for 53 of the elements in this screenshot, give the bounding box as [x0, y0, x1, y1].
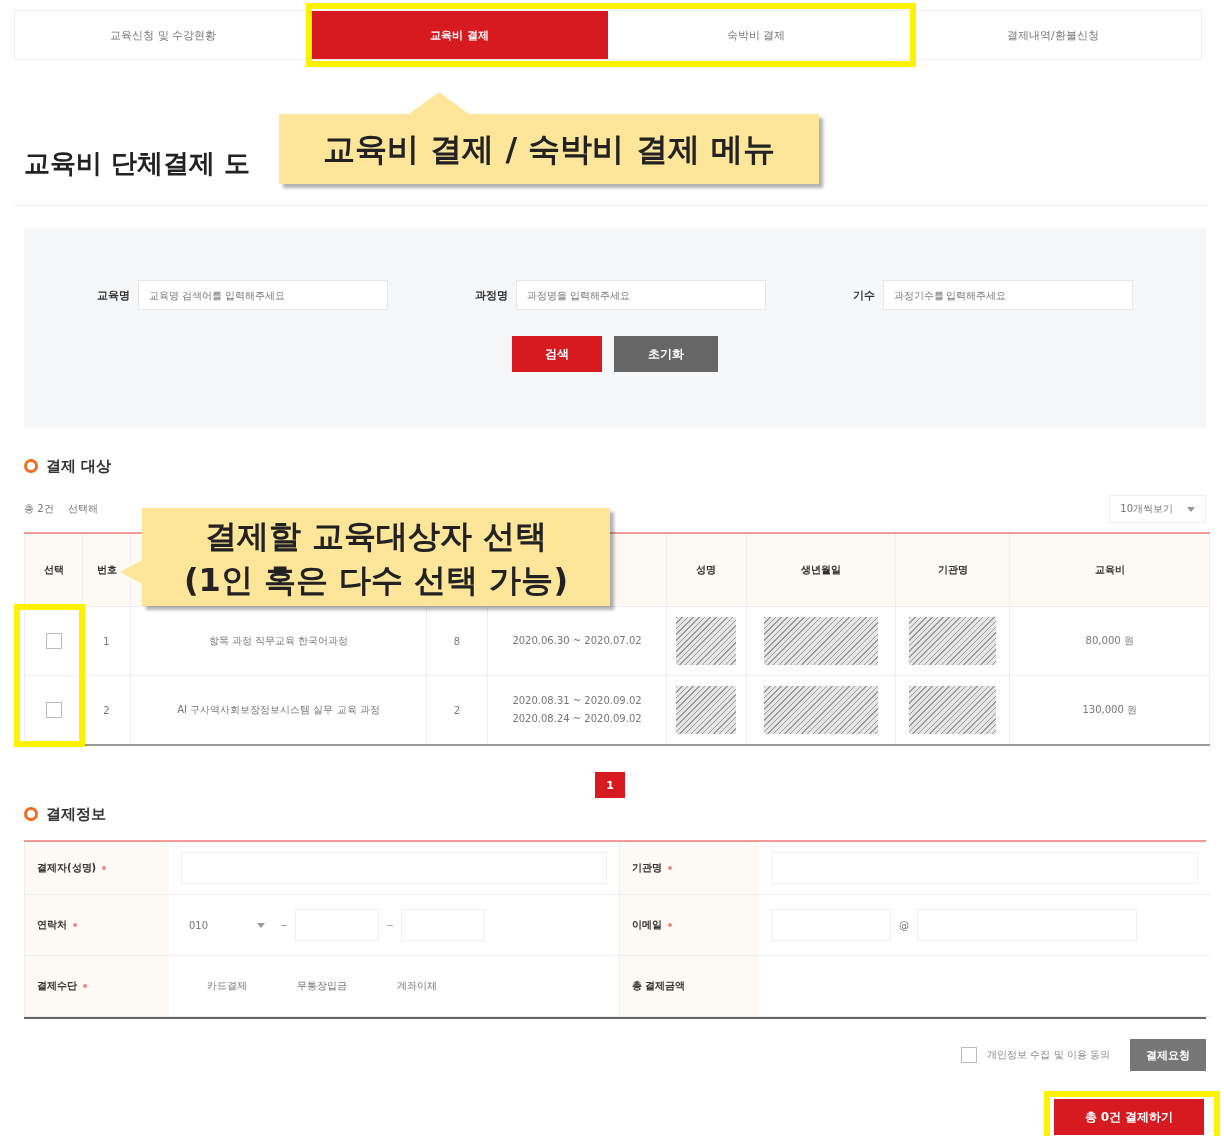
column-header: 기관명	[895, 533, 1010, 607]
caret-icon	[257, 922, 265, 928]
payment-method-option[interactable]: 무통장입금	[297, 979, 347, 993]
field-label: 과정명	[475, 287, 508, 303]
search-button[interactable]: 검색	[512, 336, 602, 372]
table-cell: 80,000 원	[1009, 606, 1210, 676]
at-sign: @	[899, 919, 909, 931]
column-header: 번호	[82, 533, 131, 607]
search-field[interactable]: 과정명을 입력해주세요	[516, 280, 766, 310]
table-cell: 1	[82, 606, 131, 676]
search-field[interactable]: 과정기수를 입력해주세요	[882, 280, 1133, 310]
page-size-select[interactable]: 10개씩보기	[1109, 495, 1206, 523]
reset-button[interactable]: 초기화	[614, 336, 718, 372]
callout-pointer	[120, 560, 142, 584]
page-title: 교육비 단체결제 도	[24, 147, 251, 180]
ring-icon	[24, 459, 38, 473]
search-field[interactable]: 교육명 검색어를 입력해주세요	[138, 280, 389, 310]
form-label: 이메일	[619, 895, 759, 956]
agreement-label: 개인정보 수집 및 이용 동의	[987, 1048, 1110, 1062]
note-text: 선택해	[67, 502, 98, 516]
payment-method-option[interactable]: 카드결제	[207, 979, 247, 993]
count-text: 총 2건	[24, 502, 54, 516]
form-label: 총 결제금액	[619, 956, 759, 1017]
callout-note: 교육비 결제 / 숙박비 결제 메뉴	[279, 114, 819, 184]
page-number[interactable]: 1	[595, 772, 625, 798]
form-label: 결제자(성명)	[24, 842, 169, 895]
field-label: 기수	[852, 287, 875, 303]
payment-method-option[interactable]: 계좌이체	[397, 979, 437, 993]
caret-icon	[1187, 506, 1195, 512]
form-label: 기관명	[619, 842, 759, 895]
agree-checkbox[interactable]	[961, 1047, 978, 1063]
column-header: 선택	[24, 533, 83, 607]
dash-divider	[281, 924, 287, 926]
ring-icon	[24, 807, 38, 821]
section-heading: 결제 대상	[46, 456, 112, 476]
redacted-block	[676, 617, 737, 665]
pay-button[interactable]: 총 0건 결제하기	[1054, 1099, 1204, 1135]
form-label: 결제수단	[24, 956, 169, 1017]
menu-tab[interactable]: 교육비 결제	[311, 11, 608, 59]
column-header: 성명	[666, 533, 747, 607]
request-button[interactable]: 결제요청	[1130, 1039, 1206, 1071]
form-label: 연락처	[24, 895, 169, 956]
dash-divider	[387, 924, 393, 926]
callout-pointer	[409, 92, 469, 114]
row-checkbox[interactable]	[45, 702, 62, 718]
row-checkbox[interactable]	[45, 633, 62, 649]
section-heading: 결제정보	[46, 804, 106, 824]
phone-prefix-select[interactable]: 010	[181, 909, 273, 941]
field-label: 교육명	[97, 287, 131, 303]
column-header: 생년월일	[746, 533, 896, 607]
callout-note: 결제할 교육대상자 선택 (1인 혹은 다수 선택 가능)	[142, 508, 610, 606]
redacted-block	[676, 686, 737, 734]
column-header: 교육비	[1009, 533, 1210, 607]
